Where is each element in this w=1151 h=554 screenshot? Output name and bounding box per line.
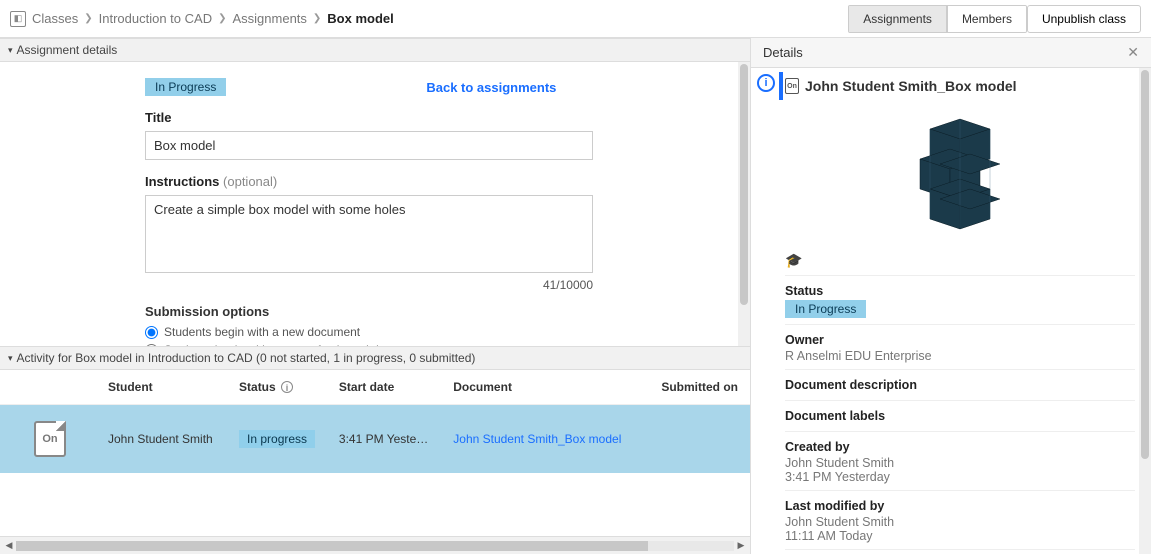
cell-document-link[interactable]: John Student Smith_Box model [453,432,621,446]
caret-down-icon: ▾ [8,353,13,364]
breadcrumb-assignments[interactable]: Assignments [232,11,306,26]
activity-table: Student Status i Start date Document Sub… [0,370,750,473]
cell-submitted-on [645,405,750,474]
created-by-time: 3:41 PM Yesterday [785,470,1135,484]
assignment-details-header[interactable]: ▾ Assignment details [0,38,750,62]
info-icon[interactable]: i [281,381,293,393]
owner-label: Owner [785,333,1135,347]
activity-title: Activity for Box model in Introduction t… [17,351,476,365]
col-start-date[interactable]: Start date [331,370,445,405]
details-panel: Details ✕ i On John Student Smith_Box mo… [751,38,1151,554]
status-value-badge: In Progress [785,300,866,318]
unpublish-class-button[interactable]: Unpublish class [1027,5,1141,33]
document-icon: On [34,421,66,457]
last-modified-value: John Student Smith [785,515,1135,529]
instructions-label: Instructions (optional) [145,174,605,189]
table-row[interactable]: On John Student Smith In progress 3:41 P… [0,405,750,474]
submission-options-label: Submission options [145,304,605,319]
top-bar: ◧ Classes ❯ Introduction to CAD ❯ Assign… [0,0,1151,38]
breadcrumb: ◧ Classes ❯ Introduction to CAD ❯ Assign… [10,11,840,27]
education-icon: 🎓 [785,252,1135,269]
scroll-left-icon[interactable]: ◀ [2,539,16,553]
activity-header[interactable]: ▾ Activity for Box model in Introduction… [0,346,750,370]
char-count: 41/10000 [145,278,593,292]
activity-body: Student Status i Start date Document Sub… [0,370,750,554]
back-to-assignments-link[interactable]: Back to assignments [426,80,556,95]
last-modified-label: Last modified by [785,499,1135,513]
created-by-label: Created by [785,440,1135,454]
option-copy-radio[interactable] [145,344,158,347]
title-input[interactable] [145,131,593,160]
option-new-document[interactable]: Students begin with a new document [145,325,605,339]
doc-labels-label: Document labels [785,409,1135,423]
col-document[interactable]: Document [445,370,645,405]
info-icon[interactable]: i [757,74,775,92]
title-label: Title [145,110,605,125]
assignment-details-title: Assignment details [17,43,118,57]
created-by-value: John Student Smith [785,456,1135,470]
breadcrumb-current: Box model [327,11,393,26]
option-copy-document[interactable]: Students begin with a copy of selected d… [145,343,605,346]
cell-start-date: 3:41 PM Yeste… [331,405,445,474]
assignment-details-body: In Progress Back to assignments Title In… [0,62,750,346]
details-doc-title: John Student Smith_Box model [805,78,1017,94]
instructions-textarea[interactable] [145,195,593,273]
details-panel-title: Details [763,45,803,60]
status-badge: In Progress [145,78,226,96]
chevron-right-icon: ❯ [218,13,226,24]
col-submitted-on[interactable]: Submitted on [645,370,750,405]
option-new-radio[interactable] [145,326,158,339]
col-status[interactable]: Status i [231,370,331,405]
document-icon: On [785,78,799,94]
chevron-right-icon: ❯ [313,13,321,24]
doc-description-label: Document description [785,378,1135,392]
horizontal-scrollbar[interactable]: ◀ ▶ [0,536,750,554]
accent-bar [779,72,783,100]
tab-members[interactable]: Members [947,6,1026,32]
breadcrumb-classes[interactable]: Classes [32,11,78,26]
document-thumbnail [785,104,1135,244]
caret-down-icon: ▾ [8,45,13,56]
close-icon[interactable]: ✕ [1127,44,1139,61]
tab-assignments[interactable]: Assignments [849,6,947,32]
nav-tabs: Assignments Members [848,5,1027,33]
cell-status: In progress [239,430,315,448]
last-modified-time: 11:11 AM Today [785,529,1135,543]
scroll-right-icon[interactable]: ▶ [734,539,748,553]
status-label: Status [785,284,1135,298]
vertical-scrollbar[interactable] [1139,68,1151,554]
chevron-right-icon: ❯ [84,13,92,24]
app-logo-icon: ◧ [10,11,26,27]
breadcrumb-course[interactable]: Introduction to CAD [99,11,212,26]
owner-value: R Anselmi EDU Enterprise [785,349,1135,363]
col-student[interactable]: Student [100,370,231,405]
cell-student: John Student Smith [100,405,231,474]
